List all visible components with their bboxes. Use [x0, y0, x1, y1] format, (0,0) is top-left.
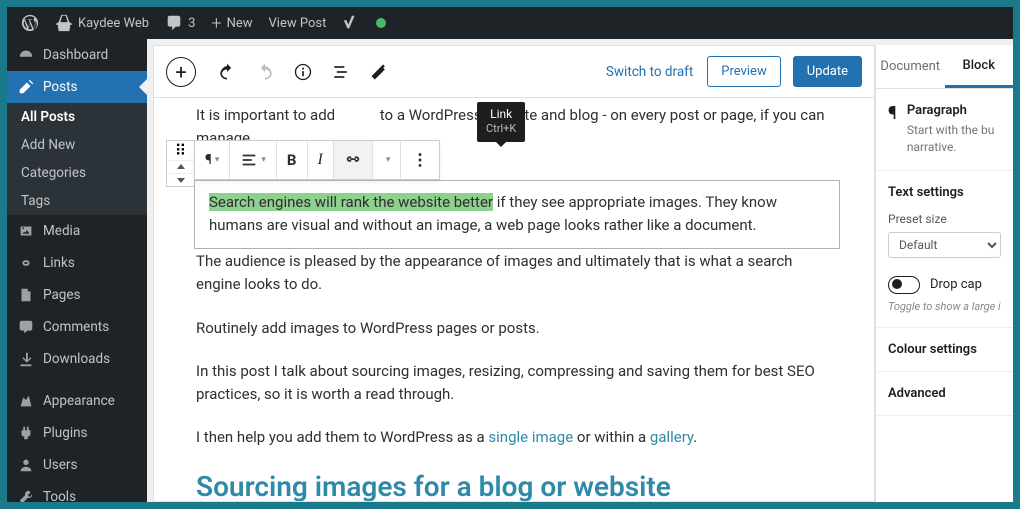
drop-cap-label: Drop cap [930, 277, 982, 292]
drop-cap-hint: Toggle to show a large i [888, 300, 1001, 313]
menu-plugins[interactable]: Plugins [7, 417, 147, 449]
submenu-categories[interactable]: Categories [7, 159, 147, 187]
submenu-all-posts[interactable]: All Posts [7, 103, 147, 131]
menu-appearance[interactable]: Appearance [7, 385, 147, 417]
redo-button[interactable] [248, 55, 282, 89]
wp-logo[interactable] [13, 7, 47, 39]
new-content[interactable]: +New [203, 7, 260, 39]
advanced-accordion[interactable]: Advanced [876, 372, 1013, 416]
bold-button[interactable]: B [277, 141, 308, 179]
add-block-button[interactable]: + [166, 57, 196, 87]
edit-mode-button[interactable] [362, 55, 396, 89]
more-rich-text-button[interactable]: ▾ [373, 141, 402, 179]
link-button[interactable] [334, 141, 373, 179]
tab-block[interactable]: Block [945, 45, 1014, 88]
paragraph-block[interactable]: The audience is pleased by the appearanc… [164, 250, 840, 297]
editor-toolbar: + Switch to draft Preview Update [154, 46, 874, 98]
site-name[interactable]: Kaydee Web [47, 7, 157, 39]
preset-size-select[interactable]: Default [888, 232, 1001, 258]
block-description: Start with the bu narrative. [907, 122, 1001, 156]
menu-comments[interactable]: Comments [7, 311, 147, 343]
text-settings-heading: Text settings [888, 185, 1001, 200]
switch-to-draft[interactable]: Switch to draft [596, 64, 703, 80]
single-image-link[interactable]: single image [488, 428, 573, 446]
tab-document[interactable]: Document [876, 45, 945, 88]
update-button[interactable]: Update [793, 56, 862, 87]
menu-links[interactable]: Links [7, 247, 147, 279]
yoast-icon[interactable] [334, 7, 368, 39]
menu-users[interactable]: Users [7, 449, 147, 481]
outline-button[interactable] [324, 55, 358, 89]
paragraph-block[interactable]: I then help you add them to WordPress as… [164, 426, 840, 449]
colour-settings-accordion[interactable]: Colour settings [876, 328, 1013, 372]
submenu-add-new[interactable]: Add New [7, 131, 147, 159]
italic-button[interactable]: I [308, 141, 334, 179]
drag-handle-icon[interactable]: ⠿ [167, 141, 194, 161]
comments-count[interactable]: 3 [157, 7, 203, 39]
admin-menu: Dashboard Posts All Posts Add New Catego… [7, 39, 147, 502]
preset-size-label: Preset size [888, 212, 1001, 226]
menu-dashboard[interactable]: Dashboard [7, 39, 147, 71]
link-tooltip: Link Ctrl+K [477, 102, 525, 142]
menu-media[interactable]: Media [7, 215, 147, 247]
gallery-link[interactable]: gallery [650, 428, 693, 446]
menu-downloads[interactable]: Downloads [7, 343, 147, 375]
menu-tools[interactable]: Tools [7, 481, 147, 502]
highlighted-text[interactable]: Search engines will rank the website bet… [209, 193, 493, 211]
block-more-button[interactable] [401, 141, 439, 179]
align-button[interactable]: ▾ [230, 141, 277, 179]
inspector-panel: Document Block ¶ Paragraph Start with th… [875, 45, 1013, 502]
menu-pages[interactable]: Pages [7, 279, 147, 311]
status-dot [368, 7, 394, 39]
block-mover[interactable]: ⠿ [166, 140, 194, 187]
submenu-tags[interactable]: Tags [7, 187, 147, 215]
paragraph-icon: ¶ [888, 103, 897, 156]
info-button[interactable] [286, 55, 320, 89]
move-down-icon[interactable] [167, 174, 194, 186]
selected-paragraph-block[interactable]: Search engines will rank the website bet… [194, 180, 840, 249]
paragraph-block[interactable]: Routinely add images to WordPress pages … [164, 317, 840, 340]
move-up-icon[interactable] [167, 161, 194, 174]
preview-button[interactable]: Preview [707, 56, 780, 87]
block-type-label: Paragraph [907, 103, 1001, 118]
block-type-button[interactable]: ¶▾ [195, 141, 230, 179]
paragraph-block[interactable]: In this post I talk about sourcing image… [164, 360, 840, 407]
undo-button[interactable] [210, 55, 244, 89]
heading-block[interactable]: Sourcing images for a blog or website [164, 470, 840, 502]
menu-posts[interactable]: Posts [7, 71, 147, 103]
drop-cap-toggle[interactable] [888, 276, 920, 294]
view-post[interactable]: View Post [261, 7, 335, 39]
